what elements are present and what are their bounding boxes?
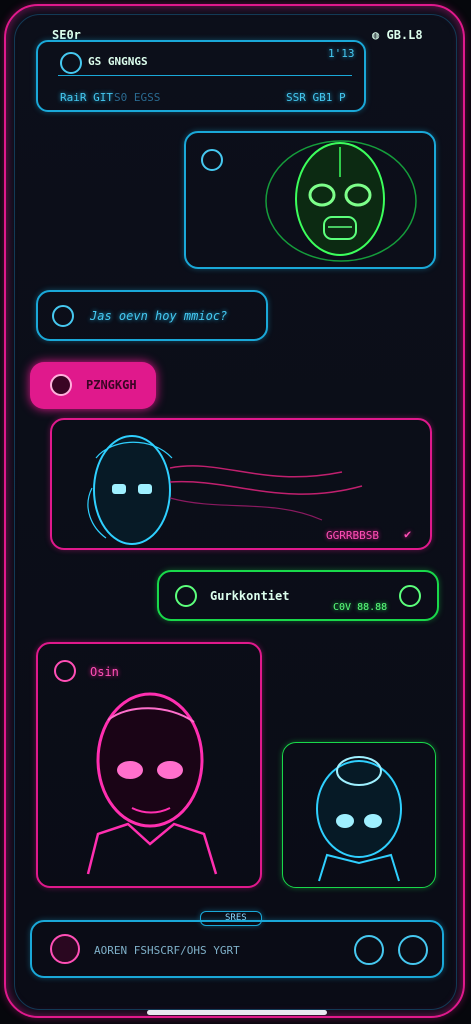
message-bubble-sent[interactable]: Gurkkontiet C0V 88.88 [157,570,439,621]
message-time: C0V 88.88 [333,602,388,613]
battery-label: GB.L8 [386,28,423,42]
message-image-pink-face[interactable]: Osin [36,642,262,888]
message-footer: GGRRBBSB [326,529,379,542]
green-mask-face-image [265,140,417,262]
message-image-green-mask[interactable] [184,131,436,269]
message-bubble-received[interactable]: Jas oevn hoy mmioc? [36,290,268,341]
send-button[interactable] [398,935,428,965]
sender-avatar-icon[interactable] [52,305,74,327]
header-title: GS GNGNGS [88,55,148,68]
emoji-button[interactable] [50,934,80,964]
cyan-robot-image [316,756,402,882]
sender-name: PZNGKGH [86,378,137,392]
sender-tag-pink[interactable]: PZNGKGH [30,362,156,409]
pink-face-image [86,692,218,875]
header-sub-left: RaiR GIT [60,91,113,104]
header-sub-right: SSR GB1 P [286,91,346,104]
chat-header[interactable]: GS GNGNGS 1'13 RaiR GIT S0 EGSS SSR GB1 … [36,40,366,112]
attach-button[interactable] [354,935,384,965]
status-indicators: ◍ GB.L8 [372,28,423,42]
header-divider [58,75,352,76]
header-badge: 1'13 [328,47,355,60]
message-input[interactable]: AOREN FSHSCRF/OHS YGRT [94,944,240,957]
message-composer[interactable]: AOREN FSHSCRF/OHS YGRT [30,920,444,978]
signal-icon: ◍ [372,28,380,42]
delivered-check-icon: ✔ [404,527,412,541]
message-text: Jas oevn hoy mmioc? [90,309,228,323]
header-avatar-icon[interactable] [60,52,82,74]
home-indicator[interactable] [147,1010,327,1015]
message-text: Gurkkontiet [210,589,290,603]
sender-avatar-icon[interactable] [175,585,197,607]
header-sub-mid: S0 EGSS [114,91,161,104]
sender-avatar-icon[interactable] [201,149,223,171]
sender-avatar-icon[interactable] [50,374,72,396]
reply-icon[interactable] [399,585,421,607]
message-image-cyan-robot[interactable] [282,742,436,888]
message-image-wire-face[interactable]: GGRRBBSB ✔ [50,418,432,550]
